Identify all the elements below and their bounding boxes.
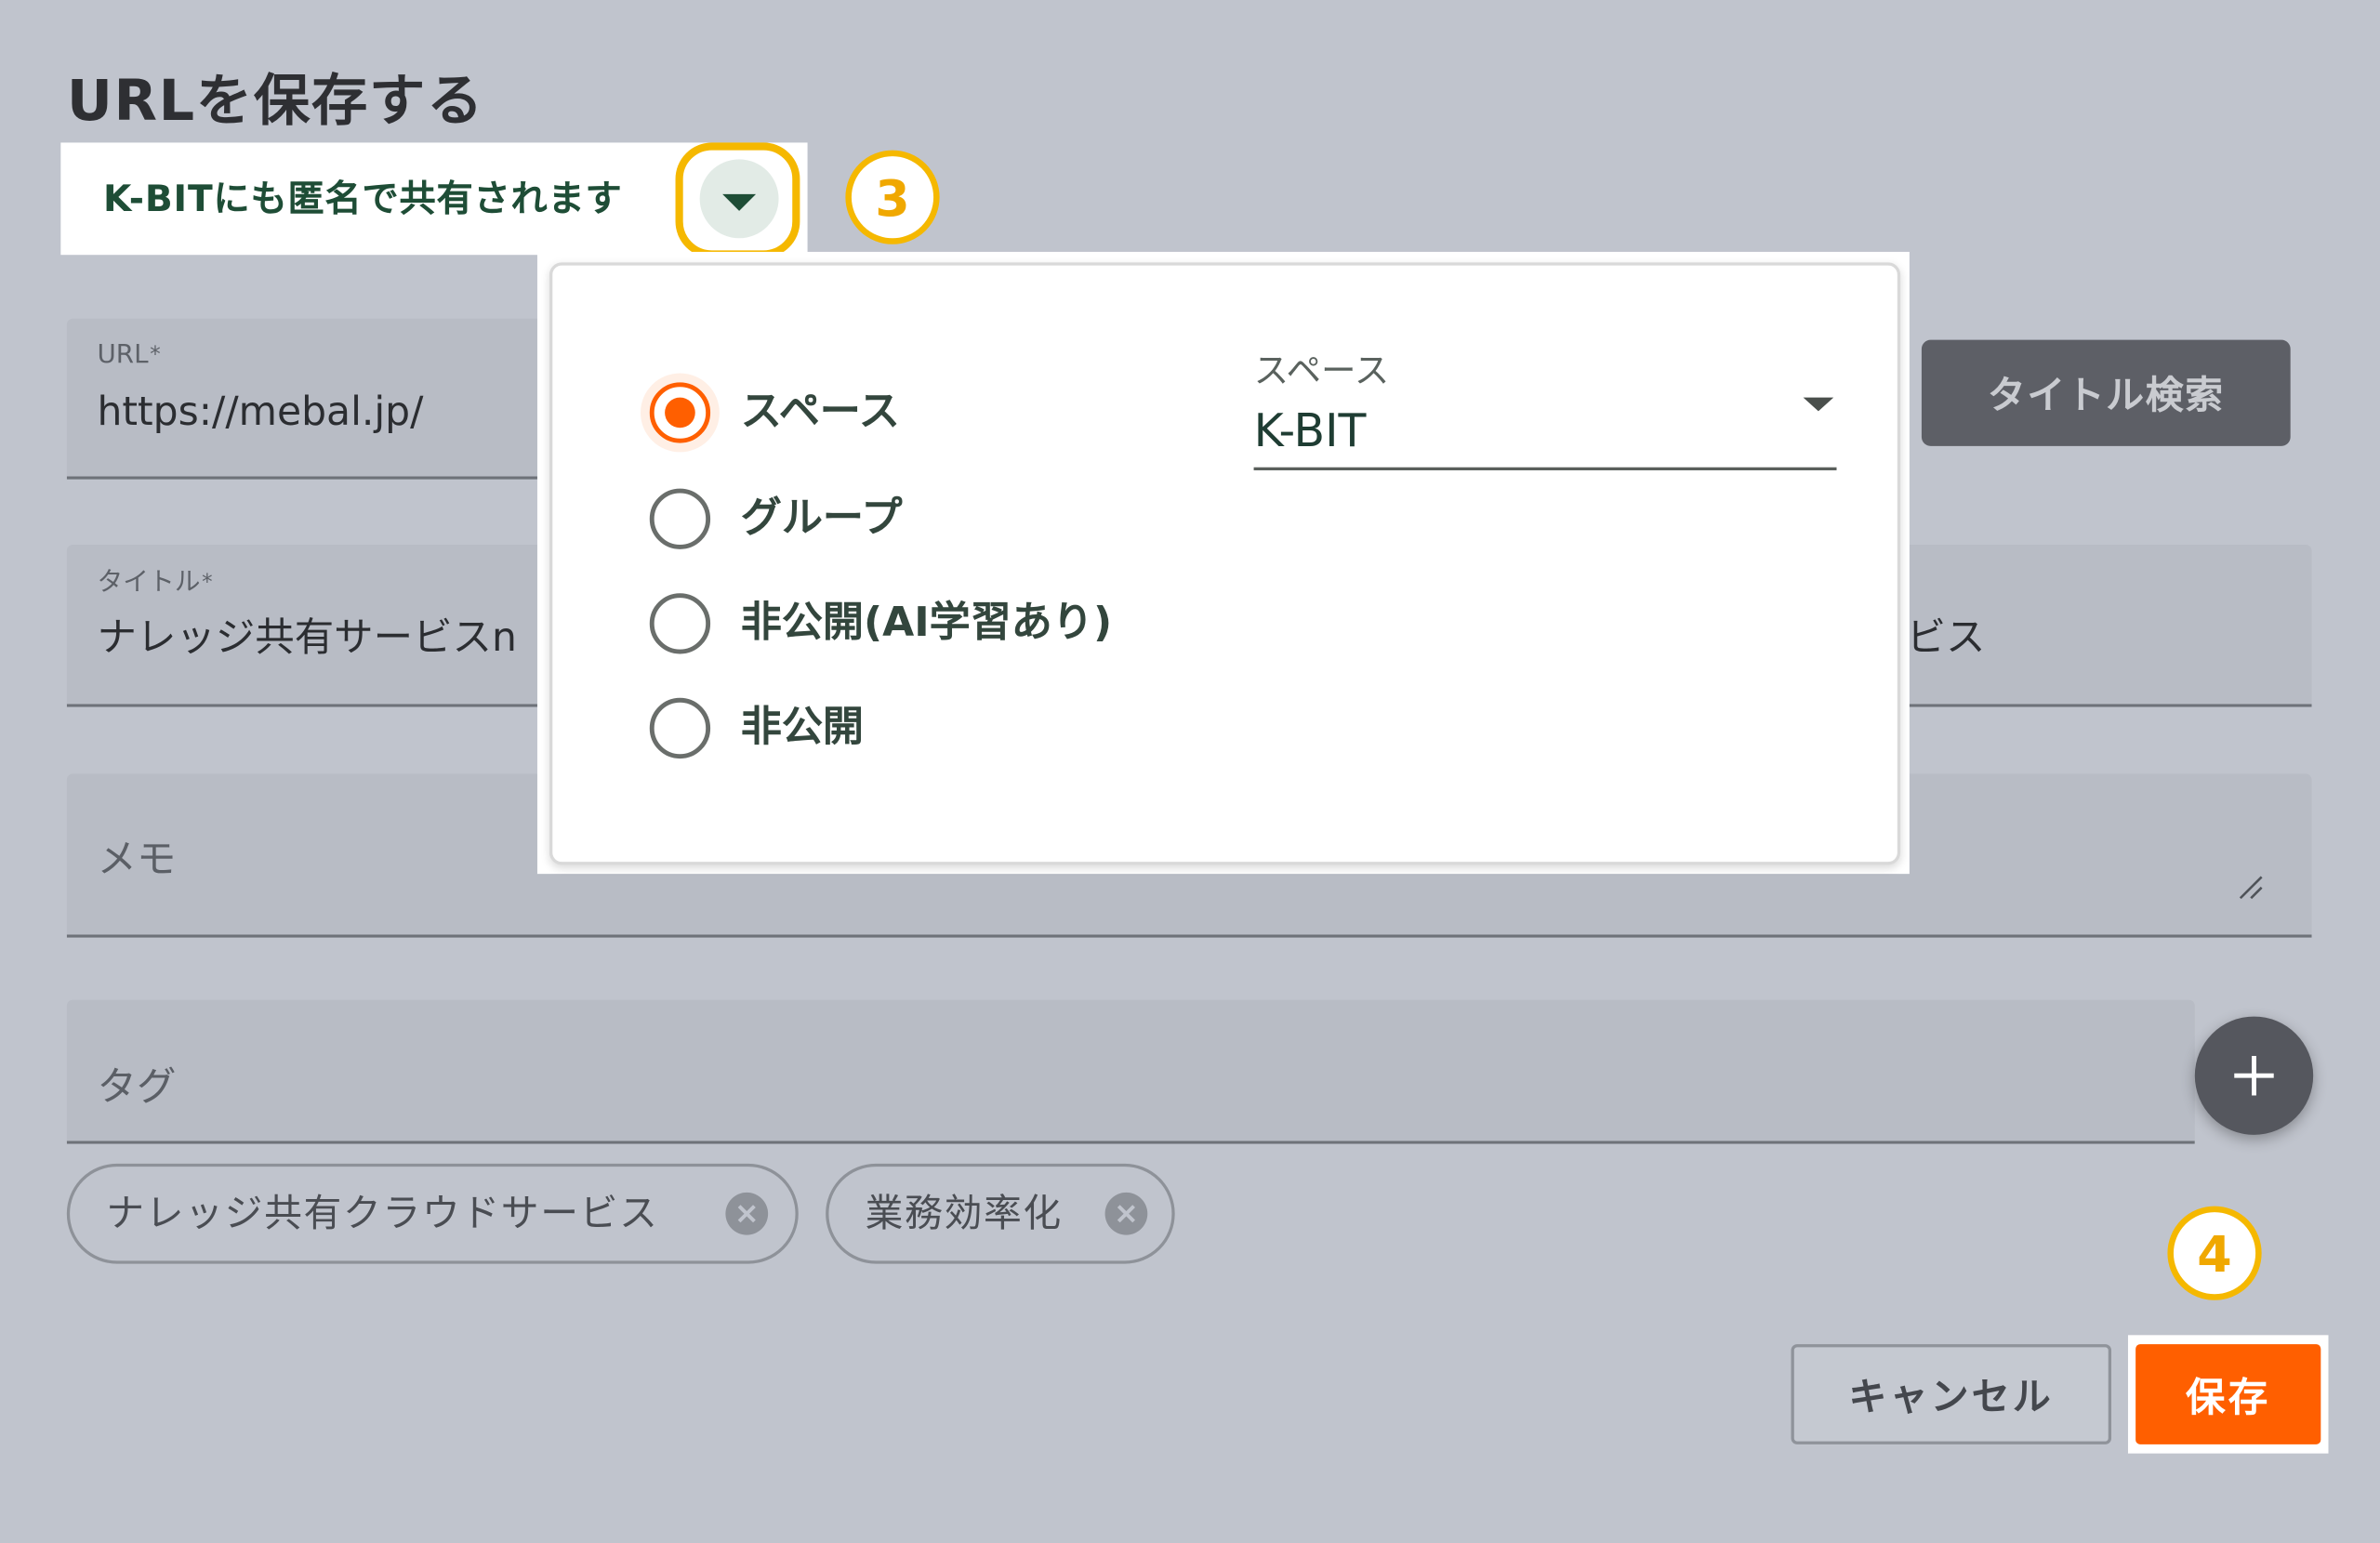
space-select[interactable]: スペース K-BIT — [1253, 349, 1837, 470]
visibility-option-label: 非公開(AI学習あり) — [740, 599, 1113, 647]
save-url-dialog: URLを保存する K-BITにも匿名で共有されます 3 URL * https:/… — [0, 0, 2380, 1543]
radio-icon[interactable] — [649, 593, 711, 654]
tag-placeholder: タグ — [97, 1064, 177, 1111]
page-title: URLを保存する — [66, 68, 485, 134]
title-label-text: タイトル — [97, 567, 201, 599]
caret-down-icon — [722, 193, 757, 211]
share-visibility-toggle-button[interactable] — [699, 159, 779, 239]
visibility-option-private-ai[interactable]: 非公開(AI学習あり) — [647, 590, 1194, 657]
visibility-option-group[interactable]: グループ — [647, 485, 1194, 552]
url-field-label: URL * — [97, 340, 160, 371]
memo-placeholder: メモ — [97, 837, 177, 883]
space-select-label: スペース — [1253, 351, 1390, 392]
title-field-value: ナレッジ共有サービスn — [97, 615, 517, 662]
radio-icon[interactable] — [649, 382, 711, 443]
tag-chip-label: 業務効率化 — [865, 1191, 1063, 1235]
radio-icon[interactable] — [649, 488, 711, 549]
add-tag-button[interactable] — [2194, 1016, 2314, 1135]
tag-input-field[interactable]: タグ — [66, 999, 2195, 1144]
title-field-value-end: ビス — [1906, 615, 1986, 662]
url-label-text: URL — [97, 339, 149, 371]
tag-chip-label: ナレッジ共有クラウドサービス — [106, 1191, 659, 1235]
tag-chip: 業務効率化 — [826, 1163, 1175, 1264]
annotation-badge-4: 4 — [2167, 1206, 2262, 1300]
cancel-button[interactable]: キャンセル — [1791, 1344, 2112, 1444]
tag-chip: ナレッジ共有クラウドサービス — [66, 1163, 799, 1264]
url-field-value: https://mebal.jp/ — [97, 389, 424, 436]
close-circle-icon[interactable] — [1104, 1192, 1148, 1235]
space-select-value: K-BIT — [1253, 404, 1367, 458]
visibility-popup: スペース グループ 非公開(AI学習あり) 非公開 スペース K-BIT — [549, 262, 1901, 865]
caret-down-icon — [1803, 397, 1834, 412]
title-field-label: タイトル * — [97, 567, 212, 598]
required-mark: * — [150, 342, 161, 367]
radio-icon[interactable] — [649, 697, 711, 759]
plus-icon — [2234, 1056, 2274, 1096]
share-setting: K-BITにも匿名で共有されます — [60, 142, 808, 256]
share-setting-label: K-BITにも匿名で共有されます — [103, 177, 623, 220]
save-button[interactable]: 保存 — [2135, 1344, 2321, 1444]
close-circle-icon[interactable] — [725, 1192, 769, 1235]
resize-handle-icon[interactable] — [2238, 874, 2265, 901]
visibility-option-label: スペース — [740, 388, 900, 436]
visibility-option-label: グループ — [740, 495, 903, 542]
visibility-option-space[interactable]: スペース — [647, 379, 1194, 446]
visibility-option-label: 非公開 — [740, 704, 864, 751]
required-mark: * — [202, 570, 213, 595]
title-search-button[interactable]: タイトル検索 — [1921, 339, 2291, 446]
visibility-option-private[interactable]: 非公開 — [647, 695, 1194, 762]
annotation-badge-3: 3 — [845, 150, 940, 244]
